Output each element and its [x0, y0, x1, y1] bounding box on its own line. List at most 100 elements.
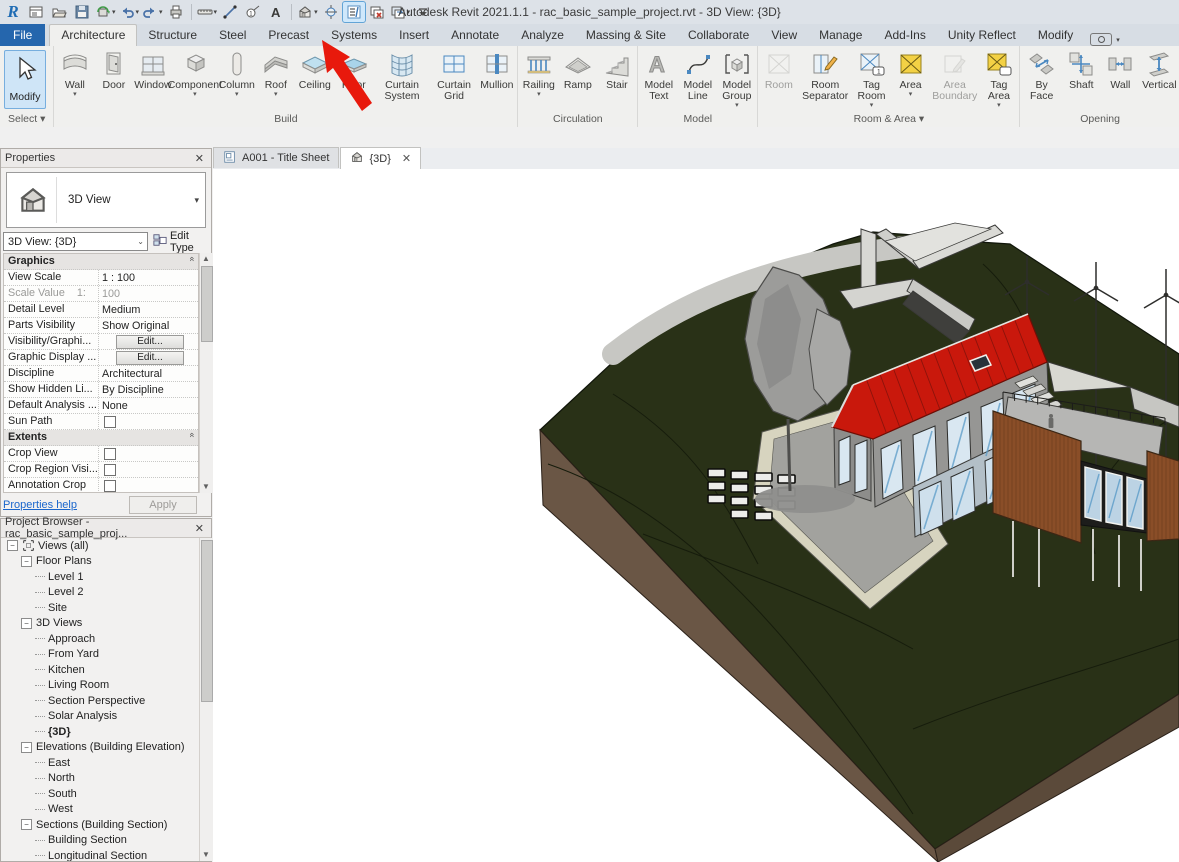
stair-button[interactable]: Stair [597, 48, 636, 91]
text-icon[interactable]: A [265, 2, 287, 22]
checkbox[interactable] [104, 416, 116, 428]
tag-room-button[interactable]: 1Tag Room▾ [852, 48, 891, 109]
room-separator-button[interactable]: Room Separator [798, 48, 852, 102]
by-face-button[interactable]: By Face [1021, 48, 1061, 102]
tab-add-ins[interactable]: Add-Ins [873, 24, 936, 46]
tree-item-south[interactable]: South [3, 786, 199, 802]
column-button[interactable]: Column▾ [217, 48, 256, 98]
ramp-button[interactable]: Ramp [558, 48, 597, 91]
close-icon[interactable]: ✕ [192, 522, 207, 535]
checkbox[interactable] [104, 480, 116, 492]
edit-button[interactable]: Edit... [116, 351, 184, 365]
tree-item-kitchen[interactable]: Kitchen [3, 662, 199, 678]
curtain-system-button[interactable]: Curtain System [373, 48, 430, 102]
tree-item-approach[interactable]: Approach [3, 631, 199, 647]
tab-analyze[interactable]: Analyze [510, 24, 575, 46]
tree-item--3d-[interactable]: {3D} [3, 724, 199, 740]
section-header-extents[interactable]: Extents« [4, 430, 198, 446]
tab-annotate[interactable]: Annotate [440, 24, 510, 46]
area-button[interactable]: Area▾ [891, 48, 930, 98]
tab-view[interactable]: View [760, 24, 808, 46]
door-button[interactable]: Door [94, 48, 133, 91]
wall-button[interactable]: Wall [1101, 48, 1140, 91]
tree-item-living-room[interactable]: Living Room [3, 678, 199, 694]
panel-label[interactable]: Circulation [519, 112, 636, 127]
tab-precast[interactable]: Precast [257, 24, 320, 46]
checkbox[interactable] [104, 464, 116, 476]
tree-item-section-perspective[interactable]: Section Perspective [3, 693, 199, 709]
tag-area-button[interactable]: Tag Area▾ [979, 48, 1018, 109]
panel-label[interactable]: Opening [1021, 112, 1178, 127]
tree-item-views-all-[interactable]: −Views (all) [3, 538, 199, 554]
print-icon[interactable] [165, 2, 187, 22]
tab-insert[interactable]: Insert [388, 24, 440, 46]
panel-label-select[interactable]: Select ▾ [2, 112, 51, 127]
model-text-button[interactable]: AModel Text [639, 48, 678, 102]
wall-button[interactable]: Wall▾ [55, 48, 94, 98]
view-tab--3d-[interactable]: {3D}✕ [340, 147, 421, 169]
tree-item-floor-plans[interactable]: −Floor Plans [3, 554, 199, 570]
customize-qat-icon[interactable] [412, 2, 434, 22]
tree-item-north[interactable]: North [3, 771, 199, 787]
properties-scrollbar[interactable]: ▲ ▼ [199, 253, 213, 493]
tree-item-solar-analysis[interactable]: Solar Analysis [3, 709, 199, 725]
view-tab-a001-title-sheet[interactable]: A001 - Title Sheet [213, 147, 339, 168]
model-line-button[interactable]: Model Line [678, 48, 717, 102]
tab-unity-reflect[interactable]: Unity Reflect [937, 24, 1027, 46]
collapse-box[interactable]: − [7, 540, 18, 551]
edit-button[interactable]: Edit... [116, 335, 184, 349]
tree-item-building-section[interactable]: Building Section [3, 833, 199, 849]
tree-item-level-1[interactable]: Level 1 [3, 569, 199, 585]
thin-lines-icon[interactable] [343, 2, 365, 22]
tab-collaborate[interactable]: Collaborate [677, 24, 760, 46]
checkbox[interactable] [104, 448, 116, 460]
default-3d-view-icon[interactable]: ▾ [296, 2, 319, 22]
tag-icon[interactable]: 1 [242, 2, 264, 22]
modify-button[interactable]: Modify [4, 50, 46, 109]
close-hidden-windows-icon[interactable] [366, 2, 388, 22]
tree-item-level-2[interactable]: Level 2 [3, 585, 199, 601]
tab-file[interactable]: File [0, 24, 45, 46]
project-browser-scrollbar[interactable]: ▼ [199, 538, 213, 861]
undo-icon[interactable]: ▾ [118, 2, 141, 22]
window-button[interactable]: Window [133, 48, 172, 91]
model-group-button[interactable]: Model Group▾ [717, 48, 756, 109]
component-button[interactable]: Component▾ [172, 48, 217, 98]
measure-icon[interactable]: ▾ [196, 2, 219, 22]
curtain-grid-button[interactable]: Curtain Grid [431, 48, 478, 102]
tree-item-east[interactable]: East [3, 755, 199, 771]
section-header-graphics[interactable]: Graphics« [4, 254, 198, 270]
tree-item-site[interactable]: Site [3, 600, 199, 616]
properties-help-link[interactable]: Properties help [3, 499, 77, 511]
collapse-box[interactable]: − [21, 556, 32, 567]
vertical-button[interactable]: Vertical [1140, 48, 1179, 91]
tab-manage[interactable]: Manage [808, 24, 873, 46]
instance-selector-combobox[interactable]: 3D View: {3D} ⌄ [3, 232, 148, 251]
open-icon[interactable] [48, 2, 70, 22]
switch-windows-icon[interactable]: ▾ [389, 2, 412, 22]
panel-label[interactable]: Build [55, 112, 516, 127]
redo-icon[interactable]: ▾ [141, 2, 164, 22]
floor-button[interactable]: Floor▾ [334, 48, 373, 98]
type-selector[interactable]: 3D View ▾ [6, 172, 206, 228]
tree-item-from-yard[interactable]: From Yard [3, 647, 199, 663]
panel-label[interactable]: Model [639, 112, 756, 127]
tab-massing-site[interactable]: Massing & Site [575, 24, 677, 46]
active-tab-display-icon[interactable]: ▾ [1090, 33, 1120, 46]
tree-item-elevations-building-elevation-[interactable]: −Elevations (Building Elevation) [3, 740, 199, 756]
close-icon[interactable]: ✕ [402, 152, 411, 165]
panel-label[interactable]: Room & Area ▾ [759, 112, 1018, 127]
tree-item-west[interactable]: West [3, 802, 199, 818]
home-icon[interactable] [25, 2, 47, 22]
tab-systems[interactable]: Systems [320, 24, 388, 46]
aligned-dimension-icon[interactable] [219, 2, 241, 22]
section-icon[interactable] [320, 2, 342, 22]
sync-icon[interactable]: ▾ [94, 2, 117, 22]
tree-item-longitudinal-section[interactable]: Longitudinal Section [3, 848, 199, 861]
mullion-button[interactable]: Mullion [477, 48, 516, 91]
tab-architecture[interactable]: Architecture [49, 24, 137, 46]
tab-structure[interactable]: Structure [137, 24, 208, 46]
apply-button[interactable]: Apply [129, 496, 197, 514]
shaft-button[interactable]: Shaft [1062, 48, 1101, 91]
tab-steel[interactable]: Steel [208, 24, 257, 46]
